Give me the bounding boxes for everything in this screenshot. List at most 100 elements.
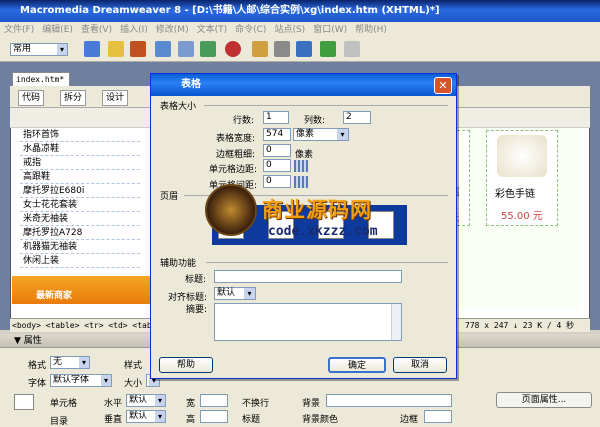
menu-site[interactable]: 站点(S)	[270, 22, 309, 38]
banner-label: 最新商家	[36, 291, 73, 301]
watermark-text: 商业源码网	[262, 198, 372, 222]
summary-scrollbar[interactable]	[391, 304, 401, 340]
cell-padding-input[interactable]: 0	[263, 159, 291, 172]
cell-padding-icon	[294, 160, 308, 172]
table-width-input[interactable]: 574	[263, 128, 291, 141]
summary-label: 摘要:	[186, 305, 208, 315]
height-label: 高	[186, 415, 196, 425]
style-label: 样式	[124, 361, 143, 371]
date-icon[interactable]	[252, 41, 268, 57]
border-color-input[interactable]	[424, 410, 452, 423]
watermark-url: code.xkzzz.com	[268, 224, 378, 239]
list-item[interactable]: 水晶凉鞋	[20, 142, 140, 156]
cell-spacing-input[interactable]: 0	[263, 175, 291, 188]
list-item[interactable]: 摩托罗拉E680i	[20, 184, 140, 198]
cols-input[interactable]: 2	[343, 111, 371, 124]
split-view-label: 拆分	[64, 93, 83, 103]
list-item[interactable]: 米奇无袖装	[20, 212, 140, 226]
vert-label: 垂直	[104, 415, 123, 425]
menu-help[interactable]: 帮助(H)	[351, 22, 391, 38]
product-list: 指环首饰 水晶凉鞋 戒指 高跟鞋 摩托罗拉E680i 女士花花套装 米奇无袖装 …	[20, 128, 140, 276]
rows-label: 行数:	[233, 116, 255, 126]
cancel-button[interactable]: 取消	[393, 357, 447, 373]
bg-input[interactable]	[326, 394, 452, 407]
dialog-title: 表格	[151, 74, 456, 96]
width-unit-select[interactable]: 像素	[293, 128, 349, 141]
cell-width-input[interactable]	[200, 394, 228, 407]
align-caption-select[interactable]: 默认	[214, 287, 256, 300]
help-button[interactable]: 帮助	[159, 357, 213, 373]
menu-modify[interactable]: 修改(M)	[152, 22, 193, 38]
named-anchor-icon[interactable]	[130, 41, 146, 57]
head-icon[interactable]	[296, 41, 312, 57]
layer-icon[interactable]	[178, 41, 194, 57]
insert-category-select[interactable]: 常用	[10, 43, 68, 56]
menu-file[interactable]: 文件(F)	[0, 22, 38, 38]
product-area: 信 元 彩色手链 55.00 元	[440, 128, 580, 308]
rows-input[interactable]: 1	[263, 111, 289, 124]
comment-icon[interactable]	[274, 41, 290, 57]
bg-label: 背景	[302, 399, 321, 409]
menu-window[interactable]: 窗口(W)	[309, 22, 351, 38]
product-price: 55.00 元	[501, 211, 543, 222]
border-unit-label: 像素	[295, 150, 314, 160]
cell-sub-label: 目录	[50, 417, 69, 427]
split-view-button[interactable]: 拆分	[60, 90, 87, 106]
window-size-readout: 778 x 247 ↓ 23 K / 4 秒	[465, 321, 575, 330]
vert-select[interactable]: 默认	[126, 410, 166, 423]
media-icon[interactable]	[225, 41, 241, 57]
horz-label: 水平	[104, 399, 123, 409]
table-width-label: 表格宽度:	[216, 134, 256, 144]
list-item[interactable]: 摩托罗拉A728	[20, 226, 140, 240]
size-label: 大小	[124, 379, 143, 389]
list-item[interactable]: 戒指	[20, 156, 140, 170]
orange-banner	[12, 276, 152, 304]
table-cell-icon	[14, 394, 34, 410]
close-icon[interactable]: ✕	[434, 77, 452, 94]
list-item[interactable]: 女士花花套装	[20, 198, 140, 212]
format-select[interactable]: 无	[50, 356, 90, 369]
cell-label: 单元格	[50, 399, 78, 409]
design-view-button[interactable]: 设计	[102, 90, 129, 106]
email-link-icon[interactable]	[108, 41, 124, 57]
font-select[interactable]: 默认字体	[50, 374, 112, 387]
code-view-button[interactable]: 代码	[18, 90, 45, 106]
caption-input[interactable]	[214, 270, 402, 283]
list-item[interactable]: 高跟鞋	[20, 170, 140, 184]
menu-edit[interactable]: 编辑(E)	[38, 22, 77, 38]
watermark-logo	[205, 184, 257, 236]
product-name: 彩色手链	[495, 189, 535, 200]
cell-padding-label: 单元格边距:	[209, 165, 258, 175]
header-group-label: 页眉	[160, 192, 179, 202]
nowrap-label: 不换行	[242, 399, 270, 409]
cell-height-input[interactable]	[200, 410, 228, 423]
list-item[interactable]: 指环首饰	[20, 128, 140, 142]
image-icon[interactable]	[200, 41, 216, 57]
hyperlink-icon[interactable]	[84, 41, 100, 57]
tag-selector[interactable]: <body> <table> <tr> <td> <table>	[12, 319, 166, 332]
menu-bar: 文件(F) 编辑(E) 查看(V) 插入(I) 修改(M) 文本(T) 命令(C) 站点(S)…	[0, 22, 600, 38]
menu-commands[interactable]: 命令(C)	[231, 22, 270, 38]
accessibility-group-label: 辅助功能	[160, 259, 197, 269]
menu-text[interactable]: 文本(T)	[193, 22, 232, 38]
group-divider	[206, 262, 448, 263]
list-item[interactable]: 休闲上装	[20, 254, 140, 268]
page-properties-button[interactable]: 页面属性...	[496, 392, 592, 408]
ok-button[interactable]: 确定	[328, 357, 386, 373]
border-thickness-input[interactable]: 0	[263, 144, 291, 157]
tag-chooser-icon[interactable]	[344, 41, 360, 57]
menu-view[interactable]: 查看(V)	[77, 22, 116, 38]
table-size-group-label: 表格大小	[160, 102, 197, 112]
border-thickness-label: 边框粗细:	[216, 150, 256, 160]
window-title: Macromedia Dreamweaver 8 - [D:\书籍\人邮\综合实…	[0, 0, 600, 22]
summary-textarea[interactable]	[214, 303, 402, 341]
menu-insert[interactable]: 插入(I)	[116, 22, 152, 38]
document-tab[interactable]: index.htm*	[12, 72, 70, 86]
table-icon[interactable]	[155, 41, 171, 57]
template-icon[interactable]	[320, 41, 336, 57]
insert-toolbar: 常用	[0, 38, 600, 62]
list-item[interactable]: 机器猫无袖装	[20, 240, 140, 254]
horz-select[interactable]: 默认	[126, 394, 166, 407]
width-label: 宽	[186, 399, 196, 409]
font-label: 字体	[28, 379, 47, 389]
